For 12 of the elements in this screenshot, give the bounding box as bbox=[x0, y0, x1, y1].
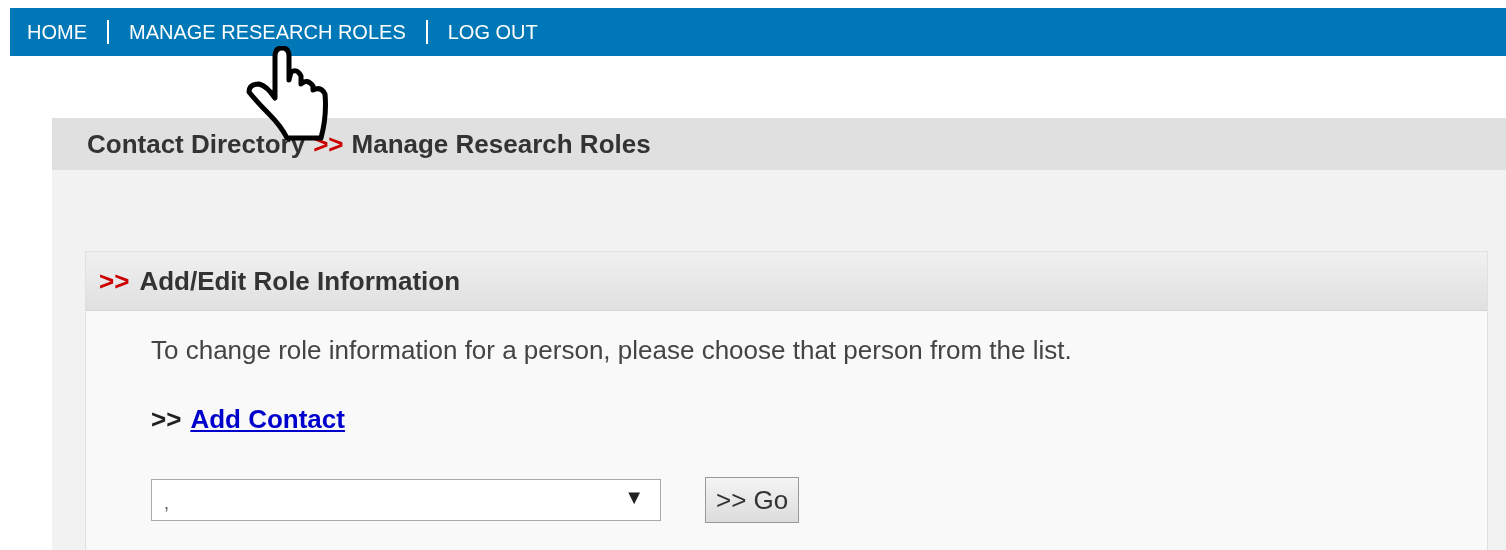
nav-link[interactable]: MANAGE RESEARCH ROLES bbox=[129, 20, 406, 44]
go-button[interactable]: >> Go bbox=[705, 477, 800, 523]
panel-title: Add/Edit Role Information bbox=[139, 265, 461, 297]
header-marker: >> bbox=[99, 265, 130, 297]
link-marker: >> bbox=[151, 404, 182, 435]
instruction-text: To change role information for a person, please choose that person from the list. bbox=[151, 335, 1073, 366]
breadcrumb-item: Contact Directory bbox=[87, 128, 306, 160]
nav-link[interactable]: HOME bbox=[27, 20, 87, 44]
person-dropdown[interactable]: , ▼ bbox=[151, 479, 661, 521]
add-contact-link[interactable]: Add Contact bbox=[190, 404, 345, 435]
breadcrumb-item: Manage Research Roles bbox=[351, 128, 651, 160]
nav-link[interactable]: LOG OUT bbox=[447, 20, 538, 44]
